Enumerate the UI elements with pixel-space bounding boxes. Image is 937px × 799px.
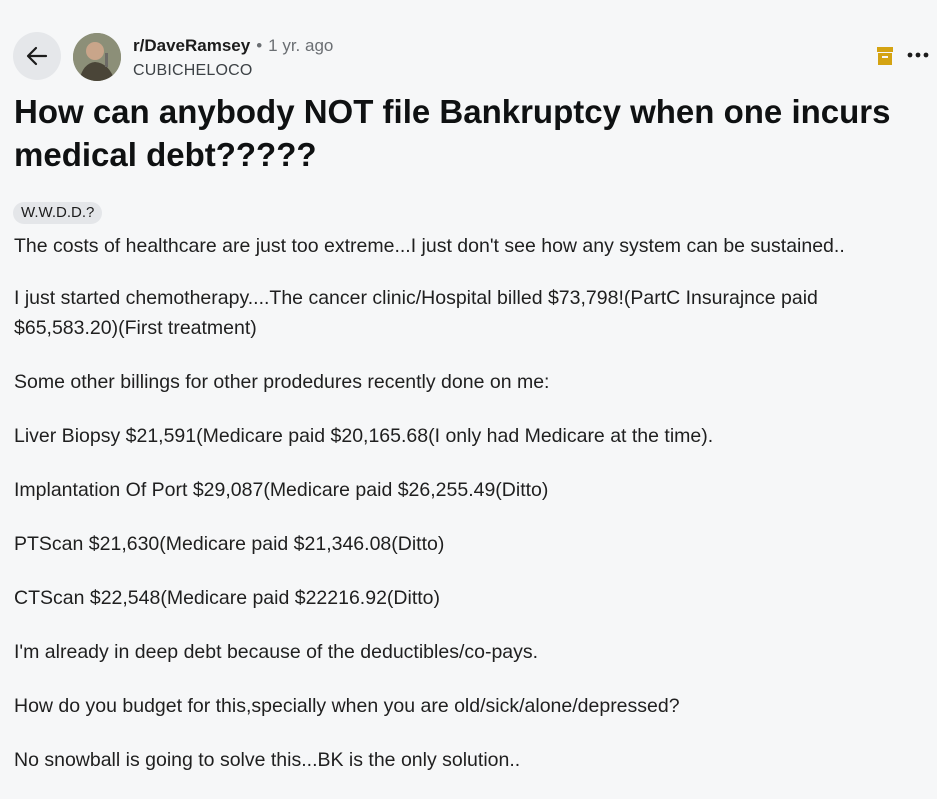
- more-options-icon[interactable]: [906, 50, 930, 60]
- arrow-left-icon: [26, 46, 48, 66]
- post-paragraph: Liver Biopsy $21,591(Medicare paid $20,1…: [14, 425, 714, 447]
- avatar[interactable]: [73, 33, 121, 81]
- post-header: r/DaveRamsey • 1 yr. ago CUBICHELOCO: [0, 0, 937, 90]
- author-link[interactable]: CUBICHELOCO: [133, 62, 333, 80]
- post-paragraph: Some other billings for other prodedures…: [14, 371, 550, 393]
- post-flair[interactable]: W.W.D.D.?: [13, 202, 103, 224]
- archive-icon[interactable]: [877, 47, 893, 65]
- post-paragraph: I just started chemotherapy....The cance…: [14, 287, 818, 339]
- post-paragraph: No snowball is going to solve this...BK …: [14, 749, 521, 771]
- post-age: 1 yr. ago: [268, 36, 334, 55]
- post-meta: r/DaveRamsey • 1 yr. ago CUBICHELOCO: [133, 36, 333, 80]
- subreddit-link[interactable]: r/DaveRamsey: [133, 36, 250, 56]
- post-paragraph: I'm already in deep debt because of the …: [14, 641, 539, 663]
- post-paragraph: Implantation Of Port $29,087(Medicare pa…: [14, 479, 549, 501]
- post-paragraph: The costs of healthcare are just too ext…: [14, 235, 845, 257]
- post-paragraph: How do you budget for this,specially whe…: [14, 695, 680, 717]
- post-title[interactable]: How can anybody NOT file Bankruptcy when…: [14, 90, 929, 176]
- post-paragraph: PTScan $21,630(Medicare paid $21,346.08(…: [14, 533, 445, 555]
- back-button[interactable]: [13, 32, 61, 80]
- meta-separator: •: [256, 36, 263, 55]
- post-paragraph: CTScan $22,548(Medicare paid $22216.92(D…: [14, 587, 441, 609]
